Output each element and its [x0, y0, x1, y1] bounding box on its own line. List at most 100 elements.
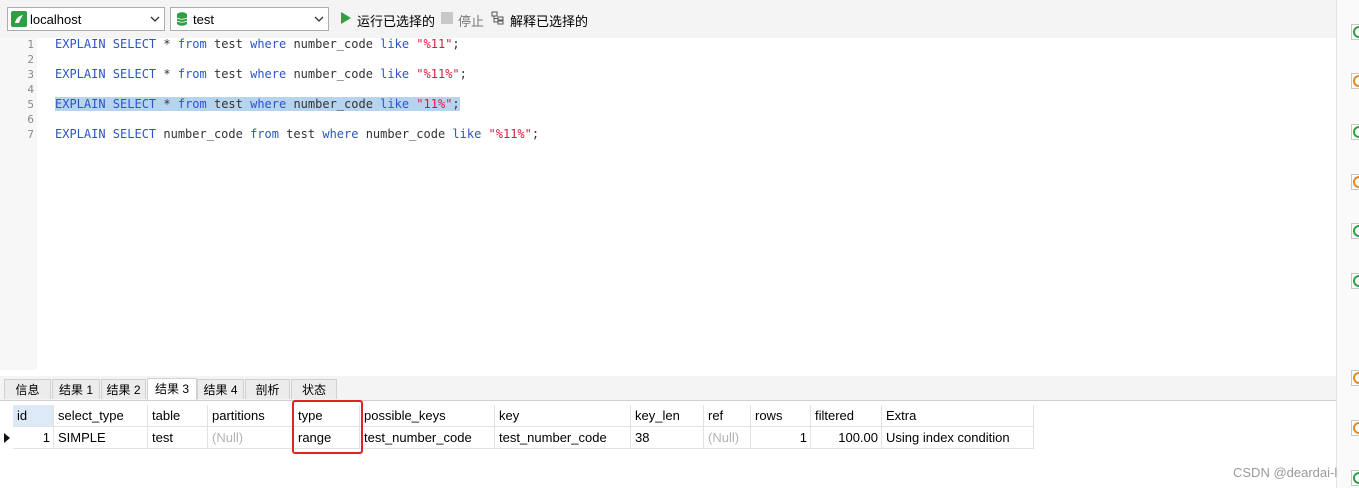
- code-line[interactable]: EXPLAIN SELECT * from test where number_…: [55, 37, 460, 51]
- cell-key[interactable]: test_number_code: [495, 427, 631, 449]
- line-number: 4: [27, 83, 34, 96]
- column-header-filtered[interactable]: filtered: [811, 405, 882, 427]
- sql-text: number_code: [286, 37, 381, 51]
- tab-result-6[interactable]: 状态: [291, 379, 337, 399]
- watermark: CSDN @deardai-l: [1233, 465, 1338, 480]
- sql-text: test: [206, 97, 251, 111]
- sql-text: *: [156, 37, 178, 51]
- sql-text: test: [206, 37, 251, 51]
- database-value: test: [193, 12, 214, 27]
- column-header-ref[interactable]: ref: [704, 405, 751, 427]
- sql-text: test: [278, 127, 323, 141]
- history-item-icon[interactable]: [1351, 223, 1359, 239]
- run-selected-label: 运行已选择的: [357, 14, 436, 29]
- code-line[interactable]: EXPLAIN SELECT number_code from test whe…: [55, 127, 539, 141]
- history-item-icon[interactable]: [1351, 124, 1359, 140]
- type-column-highlight: [292, 400, 363, 454]
- tab-result-0[interactable]: 信息: [4, 379, 51, 399]
- mysql-connection-icon: [11, 11, 27, 27]
- line-number: 6: [27, 113, 34, 126]
- tab-result-5[interactable]: 剖析: [245, 379, 290, 399]
- history-item-icon[interactable]: [1351, 24, 1359, 40]
- chevron-down-icon: [314, 16, 324, 22]
- sql-text: test: [206, 67, 251, 81]
- tab-result-4[interactable]: 结果 4: [197, 379, 244, 399]
- result-tabs: 信息 结果 1 结果 2 结果 3 结果 4 剖析 状态: [0, 376, 1336, 401]
- tab-result-1[interactable]: 结果 1: [52, 379, 100, 399]
- column-header-possible_keys[interactable]: possible_keys: [360, 405, 495, 427]
- cell-possible_keys[interactable]: test_number_code: [360, 427, 495, 449]
- column-header-table[interactable]: table: [148, 405, 208, 427]
- row-indicator-icon: [0, 427, 13, 449]
- sql-keyword: where: [250, 97, 287, 111]
- history-item-icon[interactable]: [1351, 273, 1359, 289]
- stop-icon: [441, 12, 453, 24]
- query-toolbar: localhost test 运行已选择的 停止 解释已选择的: [0, 0, 1336, 38]
- tab-result-2[interactable]: 结果 2: [101, 379, 146, 399]
- sql-string: "%11%": [488, 127, 532, 141]
- line-number-gutter: 1 2 3 4 5 6 7: [0, 38, 37, 370]
- history-item-icon[interactable]: [1351, 73, 1359, 89]
- explain-selected-label: 解释已选择的: [510, 14, 589, 29]
- sql-keyword: EXPLAIN SELECT: [55, 37, 157, 51]
- sql-keyword: where: [250, 67, 287, 81]
- sql-keyword: from: [250, 127, 279, 141]
- line-number: 7: [27, 128, 34, 141]
- sql-keyword: from: [177, 37, 207, 51]
- sql-string: "11%": [416, 97, 453, 111]
- connection-value: localhost: [30, 12, 82, 27]
- cell-table[interactable]: test: [148, 427, 208, 449]
- sql-keyword: from: [177, 67, 207, 81]
- cell-partitions[interactable]: (Null): [208, 427, 294, 449]
- sql-keyword: EXPLAIN SELECT: [55, 67, 157, 81]
- stop-label: 停止: [458, 14, 485, 29]
- cell-extra[interactable]: Using index condition: [882, 427, 1034, 449]
- column-header-rows[interactable]: rows: [751, 405, 811, 427]
- sql-string: "%11": [416, 37, 453, 51]
- tab-result-3[interactable]: 结果 3: [147, 378, 197, 400]
- history-item-icon[interactable]: [1351, 420, 1359, 436]
- right-side-panel: [1336, 0, 1359, 488]
- explain-icon: [491, 11, 504, 25]
- database-icon: [176, 12, 188, 26]
- database-select[interactable]: test: [170, 7, 329, 31]
- sql-keyword: where: [322, 127, 359, 141]
- cell-filtered[interactable]: 100.00: [811, 427, 882, 449]
- line-number: 1: [27, 38, 34, 51]
- sql-keyword: like: [380, 37, 410, 51]
- sql-string: "%11%": [416, 67, 460, 81]
- sql-text: number_code: [286, 67, 381, 81]
- sql-keyword: from: [177, 97, 207, 111]
- cell-rows[interactable]: 1: [751, 427, 811, 449]
- column-header-extra[interactable]: Extra: [882, 405, 1034, 427]
- cell-ref[interactable]: (Null): [704, 427, 751, 449]
- history-item-icon[interactable]: [1351, 174, 1359, 190]
- sql-text: number_code: [156, 127, 251, 141]
- line-number: 5: [27, 98, 34, 111]
- history-item-icon[interactable]: [1351, 370, 1359, 386]
- connection-select[interactable]: localhost: [7, 7, 165, 31]
- sql-keyword: where: [250, 37, 287, 51]
- sql-keyword: like: [380, 67, 410, 81]
- column-header-select_type[interactable]: select_type: [54, 405, 148, 427]
- sql-keyword: EXPLAIN SELECT: [55, 127, 157, 141]
- column-header-id[interactable]: id: [13, 405, 54, 427]
- sql-text: ;: [459, 67, 467, 81]
- cell-id[interactable]: 1: [13, 427, 54, 449]
- sql-text: number_code: [358, 127, 453, 141]
- history-item-icon[interactable]: [1351, 470, 1359, 486]
- sql-keyword: like: [452, 127, 482, 141]
- cell-select_type[interactable]: SIMPLE: [54, 427, 148, 449]
- code-line[interactable]: EXPLAIN SELECT * from test where number_…: [55, 67, 467, 81]
- line-number: 2: [27, 53, 34, 66]
- column-header-key[interactable]: key: [495, 405, 631, 427]
- column-header-partitions[interactable]: partitions: [208, 405, 294, 427]
- cell-key_len[interactable]: 38: [631, 427, 704, 449]
- sql-text: number_code: [286, 97, 381, 111]
- code-line-selected[interactable]: EXPLAIN SELECT * from test where number_…: [55, 97, 460, 111]
- sql-text: *: [156, 97, 178, 111]
- sql-editor[interactable]: 1 2 3 4 5 6 7 EXPLAIN SELECT * from test where…: [0, 37, 1336, 370]
- column-header-key_len[interactable]: key_len: [631, 405, 704, 427]
- sql-text: ;: [531, 127, 540, 141]
